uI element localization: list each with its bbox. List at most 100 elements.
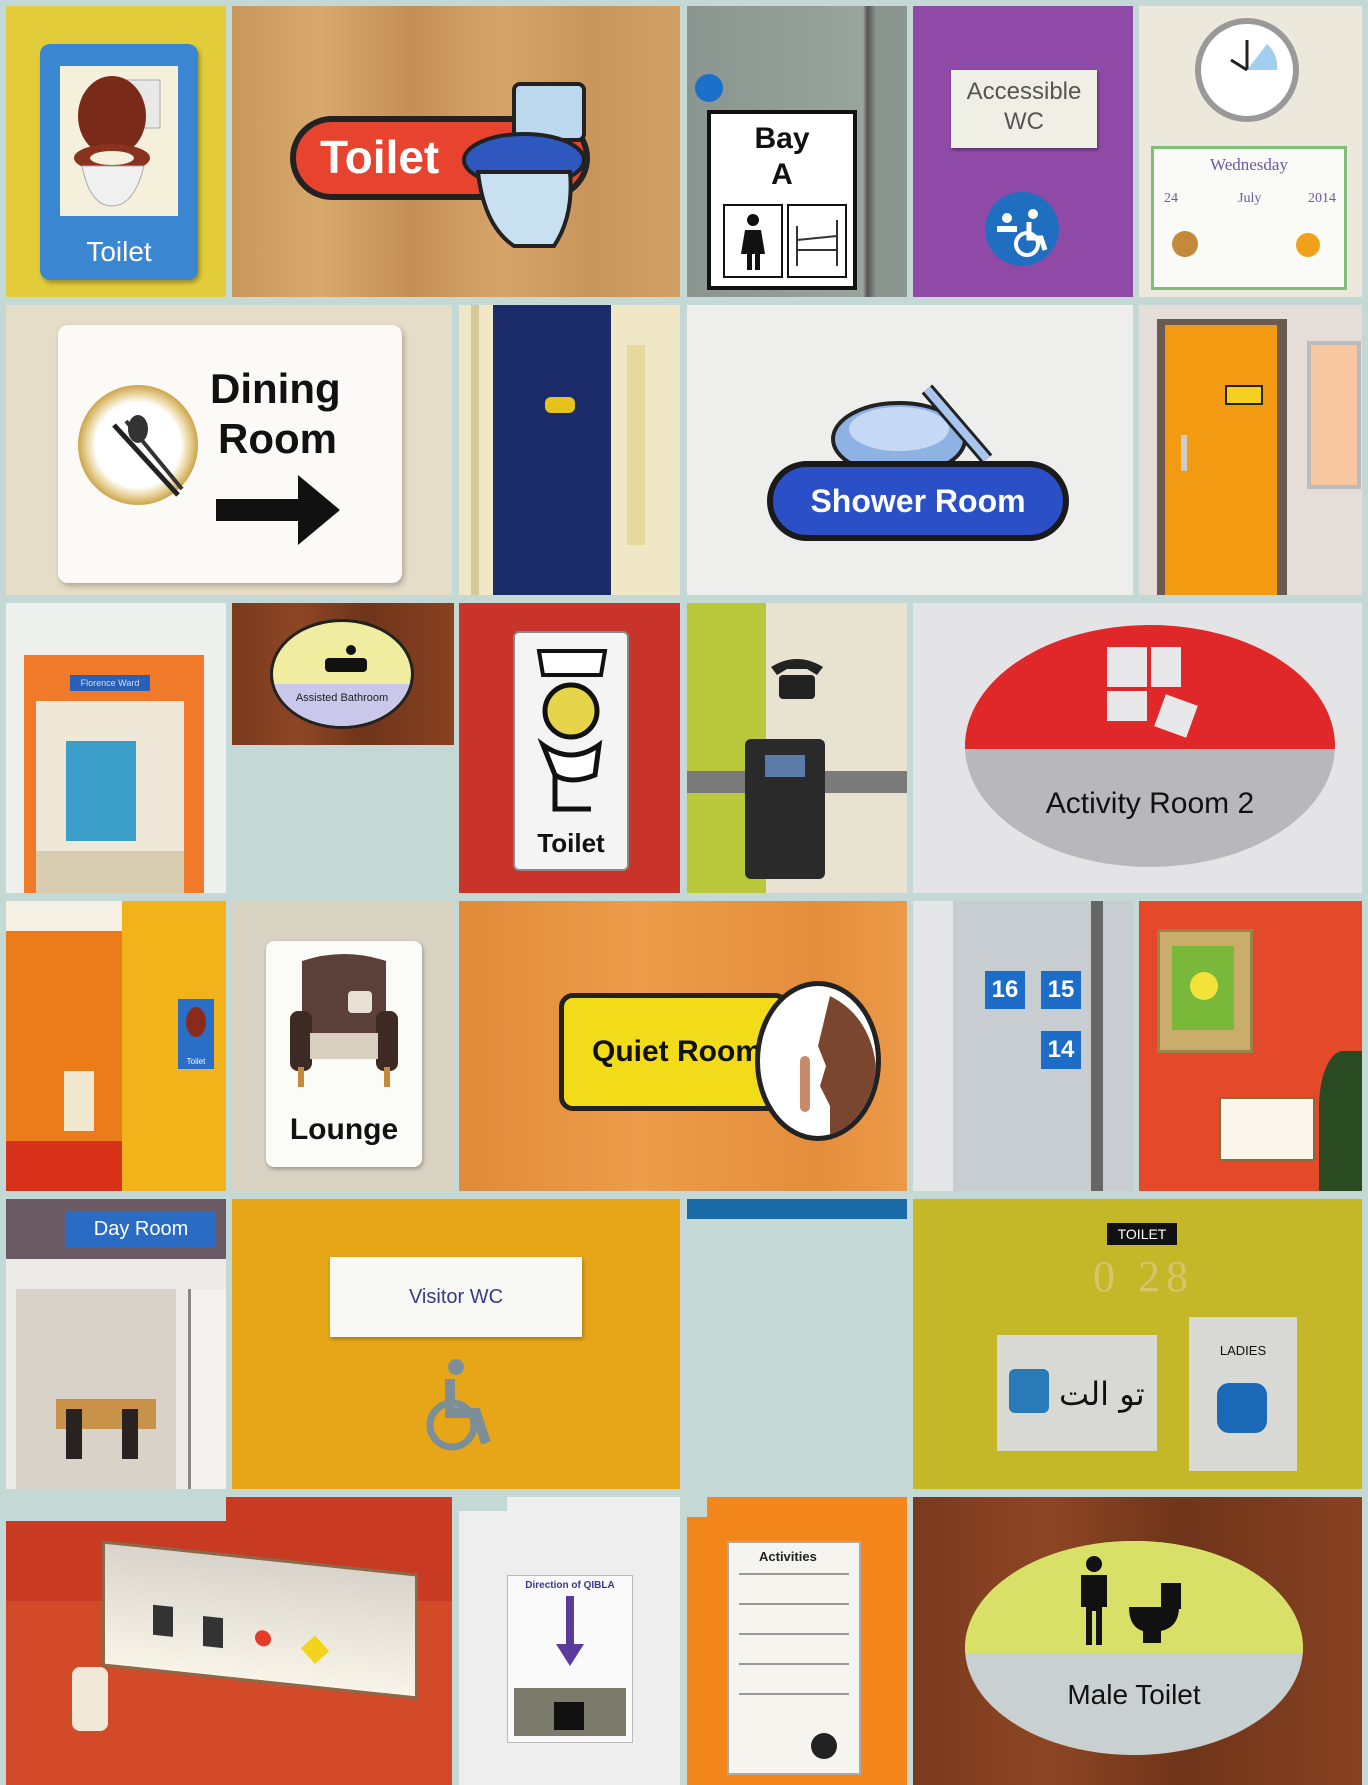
quiet-label: Quiet Room xyxy=(592,1035,762,1068)
ladies-label: LADIES xyxy=(1219,1343,1267,1358)
photo-painting-menu xyxy=(1139,901,1362,1191)
toilet xyxy=(64,1071,94,1131)
accessible-line2: WC xyxy=(1004,108,1044,135)
switch xyxy=(203,1616,223,1649)
warning-icon xyxy=(300,1635,330,1664)
visitor-wc-plaque: Visitor WC xyxy=(330,1257,582,1337)
photo-payphone xyxy=(687,603,907,893)
bathroom-label: Assisted Bathroom xyxy=(295,692,389,704)
call-button xyxy=(255,1629,271,1648)
plate-cutlery-icon xyxy=(78,385,198,505)
chair xyxy=(66,1409,82,1459)
call-handset xyxy=(72,1667,108,1731)
orange-door xyxy=(1165,325,1277,595)
arabic-sign: تو الت xyxy=(997,1335,1157,1451)
phone-display xyxy=(765,755,805,777)
menu-stand xyxy=(1219,1097,1315,1161)
kaaba xyxy=(554,1702,584,1730)
floor xyxy=(36,851,184,893)
blue-door xyxy=(493,305,611,595)
door: Toilet xyxy=(122,901,226,1191)
blue-dot-sticker xyxy=(695,74,723,102)
qibla-poster: Direction of QIBLA xyxy=(507,1575,633,1743)
accessible-wc-plaque: Accessible WC xyxy=(951,70,1097,148)
accessible-line1: Accessible xyxy=(966,78,1082,105)
day-room-sign: Day Room xyxy=(66,1211,216,1247)
room-interior xyxy=(16,1289,176,1489)
arabic-label: تو الت xyxy=(1059,1375,1145,1413)
window xyxy=(1307,341,1361,489)
male-toilet-label: Male Toilet xyxy=(1067,1679,1201,1710)
chair xyxy=(122,1409,138,1459)
wall-clock xyxy=(1195,18,1299,122)
photo-room-numbers: 16 15 14 xyxy=(913,901,1133,1191)
ward-sign: Florence Ward xyxy=(70,675,150,691)
photo-wet-room: Toilet xyxy=(6,901,226,1191)
male-icon xyxy=(1081,1556,1107,1645)
photo-ward-corridor: Florence Ward xyxy=(6,603,226,893)
toilet-icon xyxy=(1009,1369,1049,1413)
bath-icon xyxy=(325,645,367,672)
record-icon xyxy=(811,1733,837,1759)
photo-bay-sign: Bay A xyxy=(687,6,907,297)
puzzle-icon xyxy=(1107,647,1198,738)
photo-call-panel xyxy=(6,1497,452,1785)
calendar-year: 2014 xyxy=(1308,191,1336,206)
gap xyxy=(6,1497,226,1521)
toilet-label: Toilet xyxy=(537,828,605,858)
floor xyxy=(6,1141,122,1191)
wall-edge xyxy=(913,901,953,1191)
tree-icon xyxy=(1172,231,1198,257)
bay-sign-panel: Bay A xyxy=(707,110,857,290)
calendar-day: Wednesday xyxy=(1210,155,1288,174)
day-calendar: Wednesday 24 July 2014 xyxy=(1151,146,1347,290)
bay-line2: A xyxy=(771,158,793,191)
divider xyxy=(739,1573,849,1575)
flower-painting xyxy=(1172,946,1234,1030)
photo-activity-room: Activity Room 2 xyxy=(913,603,1362,893)
door-sign: Toilet xyxy=(178,999,214,1069)
toilet-label: Toilet xyxy=(86,236,152,267)
activity-label: Activity Room 2 xyxy=(1045,787,1255,820)
toilet-sign: Toilet xyxy=(513,631,629,871)
armchair-icon xyxy=(290,954,398,1087)
shower-label: Shower Room xyxy=(810,482,1026,519)
sun-icon xyxy=(1296,233,1320,257)
door-sign xyxy=(1225,385,1263,405)
room-number-15: 15 xyxy=(1041,971,1081,1009)
blue-strip xyxy=(687,1199,907,1219)
toilet-icon xyxy=(1129,1583,1181,1643)
divider xyxy=(739,1693,849,1695)
plant xyxy=(1319,1051,1362,1191)
photo-collage: Toilet Toilet Bay A Accessible WC Wednes… xyxy=(0,0,1368,1785)
photo-orange-door xyxy=(1139,305,1362,595)
wall-rail xyxy=(627,345,645,545)
photo-male-toilet: Male Toilet xyxy=(913,1497,1362,1785)
photo-assisted-bathroom: Assisted Bathroom xyxy=(232,603,454,745)
door-handle xyxy=(1181,435,1187,471)
photo-accessible-wc: Accessible WC xyxy=(913,6,1133,297)
calendar-month: July xyxy=(1238,191,1262,206)
activities-title: Activities xyxy=(759,1549,817,1564)
photo-dining-room: Dining Room xyxy=(6,305,452,595)
dining-line2: Room xyxy=(218,415,337,462)
framed-painting xyxy=(1157,929,1253,1053)
blank-panel xyxy=(687,1199,907,1489)
toilet-label: Toilet xyxy=(320,131,440,183)
photo-toilet-blue-sign: Toilet xyxy=(6,6,226,297)
toilet-pictogram xyxy=(462,82,586,248)
photo-toilet-white-sign: Toilet xyxy=(459,603,680,893)
photo-visitor-wc: Visitor WC xyxy=(232,1199,680,1489)
photo-activities-board: Activities xyxy=(687,1497,907,1785)
dining-line1: Dining xyxy=(210,365,341,412)
switch xyxy=(153,1604,173,1637)
photo-toilet-red-sign: Toilet xyxy=(232,6,680,297)
gap xyxy=(687,1497,707,1517)
qibla-title: Direction of QIBLA xyxy=(525,1580,615,1591)
bay-line1: Bay xyxy=(754,122,810,155)
photo-arabic-toilet: TOILET 0 28 تو الت LADIES xyxy=(913,1199,1362,1489)
dining-sign: Dining Room xyxy=(58,325,402,583)
arrow-right-icon xyxy=(216,475,340,545)
divider xyxy=(739,1603,849,1605)
room-interior xyxy=(6,901,122,1191)
